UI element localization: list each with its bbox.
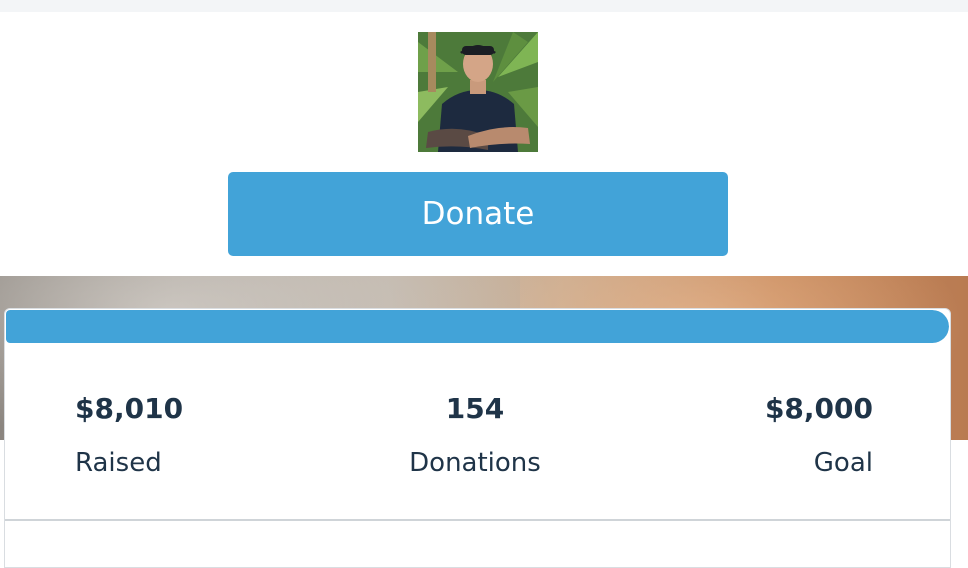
donate-button[interactable]: Donate <box>228 172 728 256</box>
goal-amount: $8,000 <box>764 392 873 425</box>
donations-stat: 154 Donations <box>375 393 575 479</box>
raised-label: Raised <box>75 448 162 478</box>
card-divider <box>5 519 950 521</box>
campaign-stats-card: $8,010 Raised 154 Donations $8,000 Goal <box>4 308 951 568</box>
donations-count: 154 <box>445 392 505 425</box>
organizer-photo <box>418 32 538 152</box>
donations-label: Donations <box>409 448 541 478</box>
top-bar <box>0 0 968 12</box>
raised-stat: $8,010 Raised <box>75 393 183 479</box>
progress-bar <box>6 310 949 343</box>
organizer-avatar <box>418 32 538 152</box>
goal-stat: $8,000 Goal <box>765 393 873 479</box>
progress-bar-fill <box>6 310 949 343</box>
raised-amount: $8,010 <box>75 392 184 425</box>
goal-label: Goal <box>813 448 873 478</box>
